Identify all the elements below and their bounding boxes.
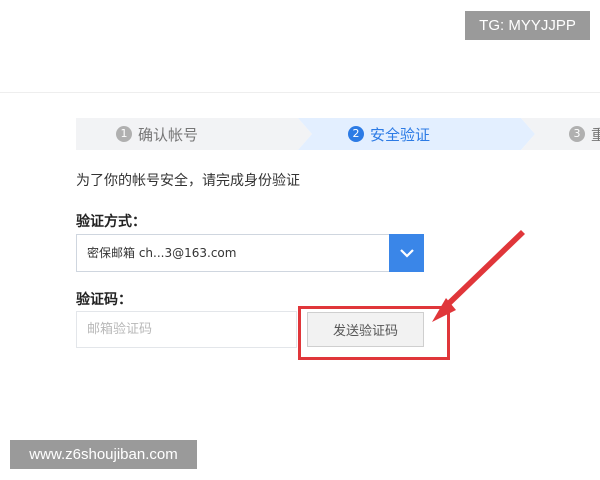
step-number-3: 3 [569,126,585,142]
step-number-2: 2 [348,126,364,142]
annotation-arrow-icon [432,230,525,322]
watermark-bottom-left: www.z6shoujiban.com [10,440,197,469]
step-label-3: 重 [591,125,600,144]
step-label-2: 安全验证 [370,125,431,144]
step-number-1: 1 [116,126,132,142]
step-label-1: 确认帐号 [138,125,199,144]
